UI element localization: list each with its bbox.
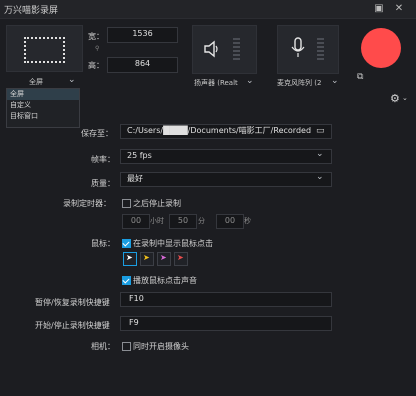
gear-icon[interactable]: ⚙ [390, 92, 400, 105]
speaker-device-label: 扬声器 (Realt [194, 79, 238, 87]
speaker-panel[interactable] [192, 25, 257, 74]
save-label: 保存至： [81, 129, 113, 138]
capture-mode-menu: 全屏 自定义 目标窗口 [6, 88, 80, 128]
capture-mode-selected[interactable]: 全屏 [29, 77, 43, 87]
cursor-icon: ➤ [143, 253, 150, 262]
link-aspect-icon[interactable]: ⚲ [95, 45, 99, 52]
timer-minutes-input[interactable]: 50 [169, 214, 197, 229]
mouse-label: 鼠标： [91, 239, 115, 248]
gear-chevron-icon[interactable]: ⌄ [402, 94, 408, 102]
fps-select[interactable]: 25 fps [120, 149, 332, 164]
start-hotkey-label: 开始/停止录制快捷键 [35, 321, 110, 330]
folder-icon[interactable]: ▭ [316, 126, 325, 136]
fps-label: 帧率： [91, 155, 115, 164]
cursor-red-option[interactable]: ➤ [174, 252, 188, 266]
mic-device-label: 麦克风阵列 (2 [277, 79, 322, 87]
speaker-icon [204, 40, 218, 58]
quality-select[interactable]: 最好 [120, 172, 332, 187]
menu-item-target-window[interactable]: 目标窗口 [7, 111, 79, 122]
microphone-panel[interactable] [277, 25, 339, 74]
chevron-down-icon[interactable]: ⌄ [68, 75, 76, 85]
speaker-chevron-icon[interactable]: ⌄ [246, 76, 254, 86]
pause-hotkey-label: 暂停/恢复录制快捷键 [35, 298, 110, 307]
width-label: 宽： [88, 32, 104, 41]
cursor-pink-option[interactable]: ➤ [157, 252, 171, 266]
camera-checkbox-label: 同时开启摄像头 [133, 342, 189, 351]
timer-minutes-unit: 分 [198, 217, 205, 225]
mic-chevron-icon[interactable]: ⌄ [331, 76, 339, 86]
click-sound-checkbox[interactable] [122, 276, 131, 285]
timer-hours-unit: 小时 [150, 217, 164, 225]
height-label: 高： [88, 61, 104, 70]
timer-label: 录制定时器： [63, 199, 111, 208]
timer-hours-input[interactable]: 00 [122, 214, 150, 229]
window-title: 万兴喵影录屏 [4, 6, 59, 16]
show-clicks-label: 在录制中显示鼠标点击 [133, 239, 213, 248]
fps-chevron-icon[interactable]: ⌄ [316, 149, 324, 159]
cursor-icon: ➤ [160, 253, 167, 262]
pause-hotkey-input[interactable]: F10 [120, 292, 332, 307]
camera-label: 相机： [91, 342, 115, 351]
screen-export-icon[interactable]: ⧉ [357, 72, 363, 82]
microphone-icon [291, 37, 305, 57]
quality-chevron-icon[interactable]: ⌄ [316, 172, 324, 182]
quality-label: 质量： [91, 179, 115, 188]
timer-seconds-unit: 秒 [244, 217, 251, 225]
cursor-white-option[interactable]: ➤ [123, 252, 137, 266]
height-input[interactable]: 864 [107, 57, 178, 73]
title-bar [0, 0, 416, 19]
mic-level-meter [317, 38, 324, 62]
save-path-field[interactable]: C:/Users/████/Documents/喵影工厂/Recorded [120, 124, 332, 139]
restore-icon[interactable]: ▣ [372, 2, 386, 16]
cursor-icon: ➤ [126, 253, 133, 262]
menu-item-fullscreen[interactable]: 全屏 [7, 89, 79, 100]
fullscreen-icon [24, 37, 65, 63]
record-button[interactable] [361, 28, 401, 68]
camera-checkbox[interactable] [122, 342, 131, 351]
menu-item-custom[interactable]: 自定义 [7, 100, 79, 111]
timer-seconds-input[interactable]: 00 [216, 214, 244, 229]
show-clicks-checkbox[interactable] [122, 239, 131, 248]
timer-checkbox[interactable] [122, 199, 131, 208]
speaker-level-meter [233, 38, 240, 62]
start-hotkey-input[interactable]: F9 [120, 316, 332, 331]
width-input[interactable]: 1536 [107, 27, 178, 43]
timer-checkbox-label: 之后停止录制 [133, 199, 181, 208]
cursor-icon: ➤ [177, 253, 184, 262]
cursor-yellow-option[interactable]: ➤ [140, 252, 154, 266]
close-icon[interactable]: ✕ [392, 2, 406, 16]
capture-region-tile[interactable] [6, 25, 83, 72]
click-sound-label: 播放鼠标点击声音 [133, 276, 197, 285]
